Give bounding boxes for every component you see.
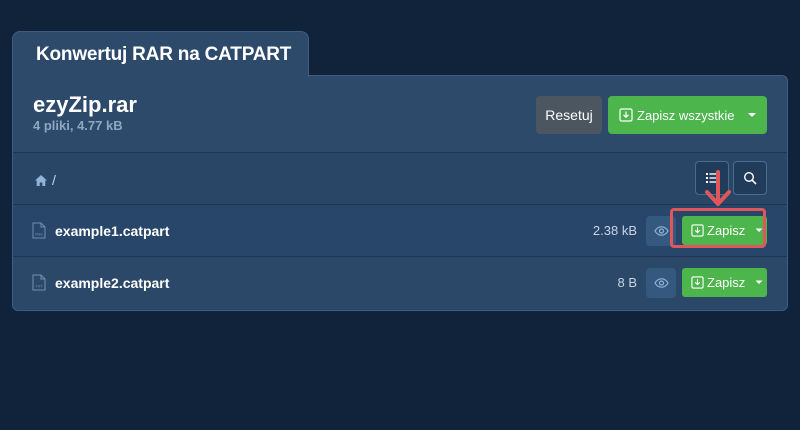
save-label: Zapisz xyxy=(707,275,746,290)
eye-icon xyxy=(653,226,669,236)
file-icon: PNG xyxy=(32,222,46,239)
archive-info: 4 pliki, 4.77 kB xyxy=(33,118,123,133)
save-dropdown[interactable] xyxy=(750,280,767,285)
save-all-label: Zapisz wszystkie xyxy=(637,107,735,123)
save-all-dropdown[interactable] xyxy=(736,96,767,134)
file-name: example1.catpart xyxy=(55,223,170,239)
save-all-button[interactable]: Zapisz wszystkie xyxy=(608,96,767,134)
save-file-button[interactable]: Zapisz xyxy=(682,268,767,297)
preview-button[interactable] xyxy=(646,268,676,298)
download-icon xyxy=(619,108,633,122)
search-icon xyxy=(743,171,757,185)
caret-down-icon xyxy=(747,113,756,117)
archive-header: ezyZip.rar 4 pliki, 4.77 kB Resetuj Zapi… xyxy=(13,76,787,153)
converter-tab[interactable]: Konwertuj RAR na CATPART xyxy=(12,31,309,77)
tab-title: Konwertuj RAR na CATPART xyxy=(36,43,292,65)
archive-name: ezyZip.rar xyxy=(33,92,137,117)
file-name: example2.catpart xyxy=(55,275,170,291)
highlight-box xyxy=(670,208,766,248)
breadcrumb: / xyxy=(34,172,56,188)
breadcrumb-separator: / xyxy=(52,172,56,188)
reset-button[interactable]: Resetuj xyxy=(536,96,602,134)
file-icon-label: PNG xyxy=(35,233,43,237)
file-row: TXT example2.catpart 8 B Zapisz xyxy=(13,257,787,309)
converter-panel: ezyZip.rar 4 pliki, 4.77 kB Resetuj Zapi… xyxy=(12,75,788,311)
file-size: 2.38 kB xyxy=(592,223,637,238)
arrow-down-icon xyxy=(705,170,731,206)
file-size: 8 B xyxy=(617,275,637,290)
file-toolbar: / xyxy=(13,153,787,205)
file-icon-label: TXT xyxy=(35,285,44,289)
eye-icon xyxy=(653,278,669,288)
download-icon xyxy=(691,276,704,289)
search-button[interactable] xyxy=(733,161,767,195)
home-icon[interactable] xyxy=(34,174,48,187)
file-icon: TXT xyxy=(32,274,46,291)
caret-down-icon xyxy=(755,280,762,284)
